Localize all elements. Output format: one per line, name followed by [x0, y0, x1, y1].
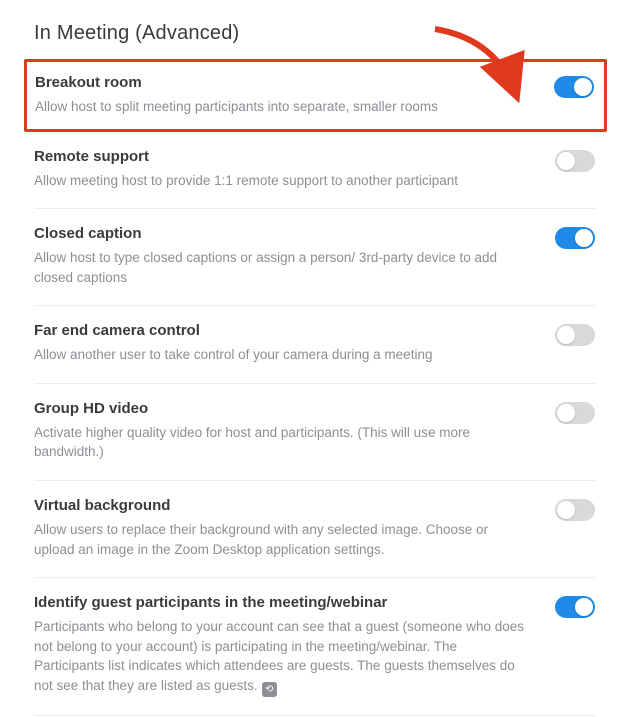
setting-text: Far end camera control Allow another user… — [34, 322, 555, 365]
toggle-knob — [574, 78, 592, 96]
setting-row-virtual-background: Virtual background Allow users to replace… — [34, 481, 595, 578]
setting-title: Virtual background — [34, 497, 531, 514]
setting-text: Group HD video Activate higher quality vi… — [34, 400, 555, 462]
toggle-cell — [555, 497, 595, 526]
setting-row-far-end-camera: Far end camera control Allow another user… — [34, 306, 595, 384]
setting-title: Remote support — [34, 148, 531, 165]
setting-title: Identify guest participants in the meeti… — [34, 594, 531, 611]
toggle-cell — [555, 322, 595, 351]
toggle-knob — [557, 326, 575, 344]
toggle-group-hd-video[interactable] — [555, 402, 595, 424]
toggle-far-end-camera[interactable] — [555, 324, 595, 346]
setting-row-closed-caption: Closed caption Allow host to type closed … — [34, 209, 595, 306]
setting-description-text: Allow meeting host to provide 1:1 remote… — [34, 173, 458, 188]
setting-text: Virtual background Allow users to replace… — [34, 497, 555, 559]
toggle-cell — [554, 74, 594, 103]
setting-row-group-hd-video: Group HD video Activate higher quality vi… — [34, 384, 595, 481]
toggle-remote-support[interactable] — [555, 150, 595, 172]
toggle-closed-caption[interactable] — [555, 227, 595, 249]
setting-description: Allow users to replace their background … — [34, 520, 531, 559]
toggle-cell — [555, 400, 595, 429]
setting-text: Remote support Allow meeting host to prov… — [34, 148, 555, 191]
toggle-knob — [575, 229, 593, 247]
toggle-knob — [557, 152, 575, 170]
setting-description-text: Allow another user to take control of yo… — [34, 347, 432, 362]
toggle-identify-guest[interactable] — [555, 596, 595, 618]
setting-row-identify-guest: Identify guest participants in the meeti… — [34, 578, 595, 716]
toggle-virtual-background[interactable] — [555, 499, 595, 521]
setting-description: Allow host to type closed captions or as… — [34, 248, 531, 287]
setting-text: Identify guest participants in the meeti… — [34, 594, 555, 697]
reset-icon[interactable]: ⟲ — [262, 682, 277, 697]
setting-description-text: Allow host to split meeting participants… — [35, 99, 438, 114]
toggle-knob — [575, 598, 593, 616]
toggle-breakout-room[interactable] — [554, 76, 594, 98]
setting-row-remote-support: Remote support Allow meeting host to prov… — [34, 132, 595, 210]
setting-description: Allow another user to take control of yo… — [34, 345, 531, 365]
setting-row-breakout-room: Breakout room Allow host to split meeting… — [24, 59, 607, 132]
setting-description-text: Activate higher quality video for host a… — [34, 425, 470, 460]
toggle-cell — [555, 148, 595, 177]
setting-title: Far end camera control — [34, 322, 531, 339]
toggle-knob — [557, 404, 575, 422]
setting-description-text: Allow host to type closed captions or as… — [34, 250, 497, 285]
setting-description: Activate higher quality video for host a… — [34, 423, 531, 462]
setting-description-text: Allow users to replace their background … — [34, 522, 488, 557]
toggle-cell — [555, 594, 595, 623]
setting-title: Breakout room — [35, 74, 530, 91]
setting-description: Participants who belong to your account … — [34, 617, 531, 697]
setting-title: Closed caption — [34, 225, 531, 242]
setting-description: Allow meeting host to provide 1:1 remote… — [34, 171, 531, 191]
setting-text: Closed caption Allow host to type closed … — [34, 225, 555, 287]
page-title: In Meeting (Advanced) — [34, 22, 595, 45]
setting-text: Breakout room Allow host to split meeting… — [35, 74, 554, 117]
setting-title: Group HD video — [34, 400, 531, 417]
settings-list: Breakout room Allow host to split meeting… — [34, 59, 595, 716]
setting-description: Allow host to split meeting participants… — [35, 97, 530, 117]
setting-description-text: Participants who belong to your account … — [34, 619, 524, 693]
toggle-knob — [557, 501, 575, 519]
toggle-cell — [555, 225, 595, 254]
